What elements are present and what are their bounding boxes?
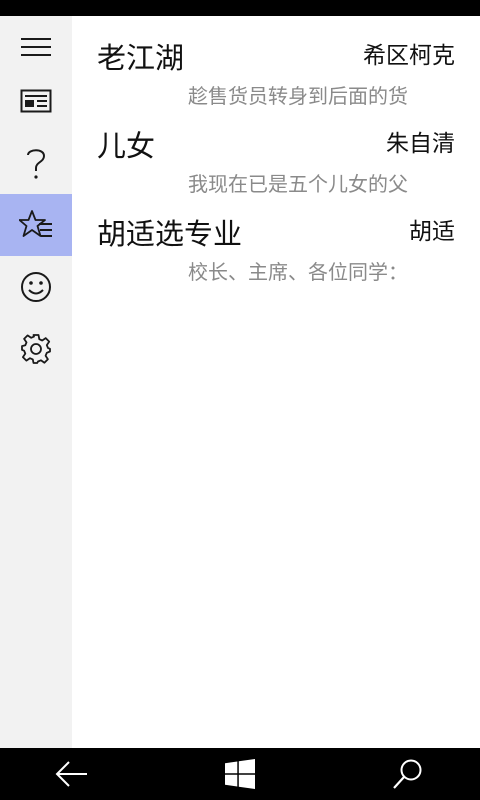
article-list: 老江湖 希区柯克 趁售货员转身到后面的货 儿女 朱自清 我现在已是五个儿女的父 … [72, 16, 480, 748]
hamburger-menu-icon [21, 38, 51, 56]
windows-logo-icon [225, 759, 255, 789]
smiley-icon [21, 272, 51, 302]
article-author: 朱自清 [386, 131, 455, 157]
app-window: 老江湖 希区柯克 趁售货员转身到后面的货 儿女 朱自清 我现在已是五个儿女的父 … [0, 16, 480, 748]
search-button[interactable] [368, 748, 448, 800]
sidebar [0, 16, 72, 748]
status-bar [0, 0, 480, 16]
phone-screen: 老江湖 希区柯克 趁售货员转身到后面的货 儿女 朱自清 我现在已是五个儿女的父 … [0, 0, 480, 800]
start-button[interactable] [200, 748, 280, 800]
article-title: 老江湖 [97, 41, 185, 75]
list-item[interactable]: 胡适选专业 胡适 校长、主席、各位同学： [72, 192, 480, 284]
article-preview: 校长、主席、各位同学： [188, 260, 408, 284]
list-item[interactable]: 老江湖 希区柯克 趁售货员转身到后面的货 [72, 16, 480, 108]
gear-icon [21, 334, 51, 364]
back-button[interactable] [32, 748, 112, 800]
search-icon [393, 759, 422, 789]
sidebar-item-help[interactable] [0, 132, 72, 194]
article-title: 胡适选专业 [97, 217, 243, 251]
list-item[interactable]: 儿女 朱自清 我现在已是五个儿女的父 [72, 104, 480, 196]
favorites-list-icon [19, 210, 52, 237]
article-author: 希区柯克 [363, 43, 455, 69]
news-icon [20, 89, 52, 113]
sidebar-item-feedback[interactable] [0, 256, 72, 318]
sidebar-item-settings[interactable] [0, 318, 72, 380]
system-nav-bar [0, 748, 480, 800]
question-mark-icon [27, 149, 46, 179]
hamburger-menu-button[interactable] [0, 16, 72, 78]
article-title: 儿女 [97, 129, 156, 163]
back-arrow-icon [55, 761, 87, 787]
sidebar-item-news[interactable] [0, 70, 72, 132]
article-author: 胡适 [409, 219, 455, 245]
sidebar-item-favorites[interactable] [0, 194, 72, 256]
